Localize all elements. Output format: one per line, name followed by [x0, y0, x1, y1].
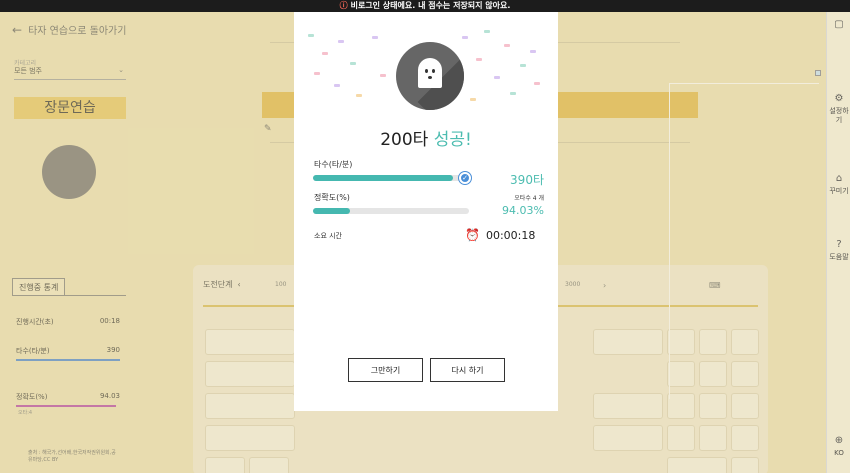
- confetti: [530, 50, 536, 53]
- login-notice: ⓘ 비로그인 상태에요. 내 점수는 저장되지 않아요.: [0, 0, 850, 12]
- confetti: [314, 72, 320, 75]
- confetti: [470, 98, 476, 101]
- confetti: [334, 84, 340, 87]
- retry-button[interactable]: 다시 하기: [430, 358, 505, 382]
- confetti: [504, 44, 510, 47]
- confetti: [372, 36, 378, 39]
- time-value: 00:00:18: [485, 229, 536, 242]
- warning-circle-icon: ⓘ: [339, 1, 348, 10]
- speed-label: 타수(타/분): [314, 160, 353, 169]
- confetti: [510, 92, 516, 95]
- ghost-icon: [396, 42, 464, 110]
- check-icon: ✓: [459, 172, 471, 184]
- confetti: [380, 74, 386, 77]
- confetti: [356, 94, 362, 97]
- time-label: 소요 시간: [314, 232, 342, 240]
- accuracy-fill: [313, 208, 351, 214]
- speed-track: [313, 175, 469, 181]
- confetti: [308, 34, 314, 37]
- stop-button[interactable]: 그만하기: [348, 358, 423, 382]
- confetti: [338, 40, 344, 43]
- top-notice-bar: ⓘ 비로그인 상태에요. 내 점수는 저장되지 않아요.: [0, 0, 850, 12]
- confetti: [350, 62, 356, 65]
- confetti: [476, 58, 482, 61]
- accuracy-value: 94.03%: [502, 204, 544, 217]
- result-title: 200타 성공!: [294, 125, 558, 150]
- confetti: [494, 76, 500, 79]
- accuracy-label: 정확도(%): [314, 193, 350, 202]
- accuracy-track: [313, 208, 469, 214]
- confetti: [484, 30, 490, 33]
- result-speed: 200타: [380, 130, 429, 150]
- elapsed-time: ⏰ 00:00:18: [465, 228, 535, 242]
- speed-value: 390타: [510, 173, 544, 187]
- result-status: 성공!: [433, 130, 472, 150]
- confetti: [534, 82, 540, 85]
- typo-note: 오타수 4 개: [514, 195, 544, 202]
- confetti: [322, 52, 328, 55]
- confetti: [462, 36, 468, 39]
- confetti: [520, 64, 526, 67]
- alarm-clock-icon: ⏰: [465, 228, 480, 242]
- speed-fill: [313, 175, 454, 181]
- notice-text: 비로그인 상태에요. 내 점수는 저장되지 않아요.: [350, 1, 511, 10]
